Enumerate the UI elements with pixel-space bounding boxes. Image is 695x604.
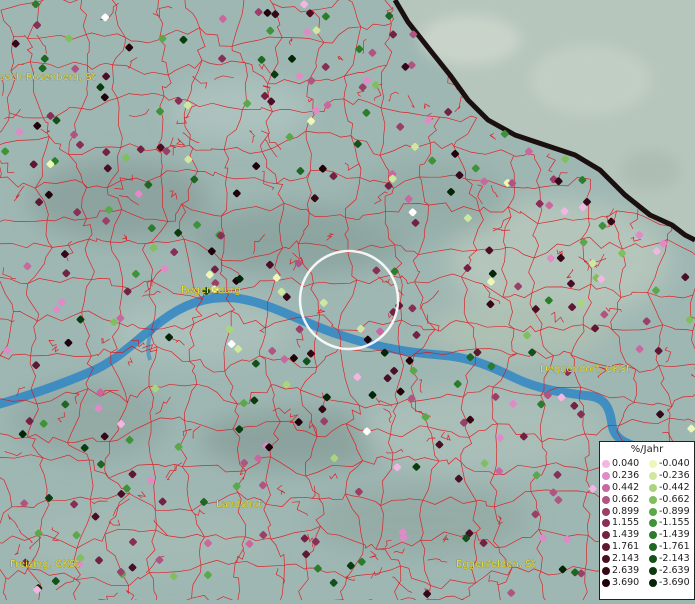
city-label-deggendorf: Deggendorf, GKSt bbox=[540, 364, 630, 375]
legend-label: 1.155 bbox=[612, 517, 640, 529]
legend-row: 1.439 -1.439 bbox=[600, 529, 694, 541]
legend-entry-neg: -2.143 bbox=[647, 554, 694, 564]
legend-swatch bbox=[649, 555, 657, 564]
city-label-landshut: Landshut bbox=[216, 499, 262, 510]
legend-swatch bbox=[649, 566, 657, 575]
legend: %/Jahr 0.040 -0.040 0.236 -0.236 0.442 -0.442… bbox=[599, 441, 695, 600]
legend-label: -1.155 bbox=[659, 517, 690, 529]
legend-label: -3.690 bbox=[659, 576, 690, 588]
legend-swatch bbox=[602, 459, 610, 468]
legend-label: -2.639 bbox=[659, 564, 690, 576]
legend-label: -1.761 bbox=[659, 541, 690, 553]
legend-label: -0.442 bbox=[659, 481, 690, 493]
legend-entry-pos: 3.690 bbox=[600, 576, 647, 588]
city-label-rosenberg: bach-Rosenberg, St bbox=[0, 72, 96, 83]
legend-label: 0.236 bbox=[612, 469, 640, 481]
legend-entry-pos: 2.639 bbox=[600, 564, 647, 576]
city-label-freising: Freising, GKSt bbox=[10, 559, 80, 570]
legend-swatch bbox=[602, 543, 610, 552]
legend-row: 0.040 -0.040 bbox=[600, 458, 694, 470]
legend-label: -1.439 bbox=[659, 529, 690, 541]
legend-row: 0.899 -0.899 bbox=[600, 506, 694, 518]
legend-row: 3.690 -3.690 bbox=[600, 577, 694, 589]
legend-rows: 0.040 -0.040 0.236 -0.236 0.442 -0.442 0.662 -0… bbox=[600, 458, 694, 589]
legend-label: -0.040 bbox=[659, 457, 690, 469]
legend-swatch bbox=[649, 483, 657, 492]
legend-label: 0.899 bbox=[612, 505, 640, 517]
legend-row: 2.639 -2.639 bbox=[600, 565, 694, 577]
legend-entry-neg: -0.442 bbox=[647, 481, 694, 493]
legend-swatch bbox=[649, 519, 657, 528]
legend-label: -0.236 bbox=[659, 469, 690, 481]
legend-swatch bbox=[602, 519, 610, 528]
legend-swatch bbox=[602, 483, 610, 492]
legend-swatch bbox=[602, 495, 610, 504]
legend-swatch bbox=[602, 507, 610, 516]
legend-swatch bbox=[649, 495, 657, 504]
map-view[interactable]: bach-Rosenberg, St Regensburg Deggendorf… bbox=[0, 0, 695, 604]
legend-row: 0.236 -0.236 bbox=[600, 470, 694, 482]
legend-swatch bbox=[602, 471, 610, 480]
legend-swatch bbox=[649, 543, 657, 552]
legend-entry-pos: 0.662 bbox=[600, 493, 647, 505]
legend-entry-neg: -0.899 bbox=[647, 505, 694, 517]
legend-entry-neg: -0.236 bbox=[647, 469, 694, 481]
legend-label: 0.662 bbox=[612, 493, 640, 505]
legend-swatch bbox=[602, 566, 610, 575]
legend-entry-pos: 1.155 bbox=[600, 518, 647, 528]
legend-label: 0.040 bbox=[612, 457, 640, 469]
legend-entry-pos: 0.236 bbox=[600, 469, 647, 481]
legend-swatch bbox=[649, 578, 657, 587]
legend-label: -2.143 bbox=[659, 553, 690, 565]
legend-swatch bbox=[649, 507, 657, 516]
legend-entry-pos: 1.761 bbox=[600, 542, 647, 552]
map-canvas[interactable]: bach-Rosenberg, St Regensburg Deggendorf… bbox=[0, 0, 695, 604]
legend-entry-neg: -1.761 bbox=[647, 542, 694, 552]
legend-swatch bbox=[602, 531, 610, 540]
legend-entry-pos: 0.040 bbox=[600, 457, 647, 469]
legend-entry-neg: -0.040 bbox=[647, 457, 694, 469]
legend-swatch bbox=[649, 531, 657, 540]
legend-row: 1.155 -1.155 bbox=[600, 517, 694, 529]
legend-entry-pos: 0.442 bbox=[600, 481, 647, 493]
legend-label: 3.690 bbox=[612, 576, 640, 588]
legend-entry-neg: -1.439 bbox=[647, 530, 694, 540]
legend-entry-pos: 2.143 bbox=[600, 554, 647, 564]
legend-entry-pos: 1.439 bbox=[600, 530, 647, 540]
legend-row: 2.143 -2.143 bbox=[600, 553, 694, 565]
legend-label: -0.899 bbox=[659, 505, 690, 517]
legend-entry-neg: -3.690 bbox=[647, 576, 694, 588]
legend-label: 0.442 bbox=[612, 481, 640, 493]
legend-swatch bbox=[602, 578, 610, 587]
legend-entry-pos: 0.899 bbox=[600, 505, 647, 517]
legend-row: 1.761 -1.761 bbox=[600, 541, 694, 553]
legend-entry-neg: -0.662 bbox=[647, 493, 694, 505]
legend-label: 2.639 bbox=[612, 564, 640, 576]
legend-row: 0.442 -0.442 bbox=[600, 482, 694, 494]
city-label-regensburg: Regensburg bbox=[181, 285, 241, 296]
legend-label: -0.662 bbox=[659, 493, 690, 505]
legend-swatch bbox=[649, 471, 657, 480]
legend-entry-neg: -2.639 bbox=[647, 564, 694, 576]
legend-label: 2.143 bbox=[612, 553, 640, 565]
city-label-eggenfelden: Eggenfelden, St bbox=[456, 559, 535, 570]
legend-row: 0.662 -0.662 bbox=[600, 494, 694, 506]
legend-swatch bbox=[649, 459, 657, 468]
legend-entry-neg: -1.155 bbox=[647, 518, 694, 528]
legend-label: 1.439 bbox=[612, 529, 640, 541]
legend-label: 1.761 bbox=[612, 541, 640, 553]
legend-title: %/Jahr bbox=[630, 444, 664, 455]
legend-swatch bbox=[602, 555, 610, 564]
